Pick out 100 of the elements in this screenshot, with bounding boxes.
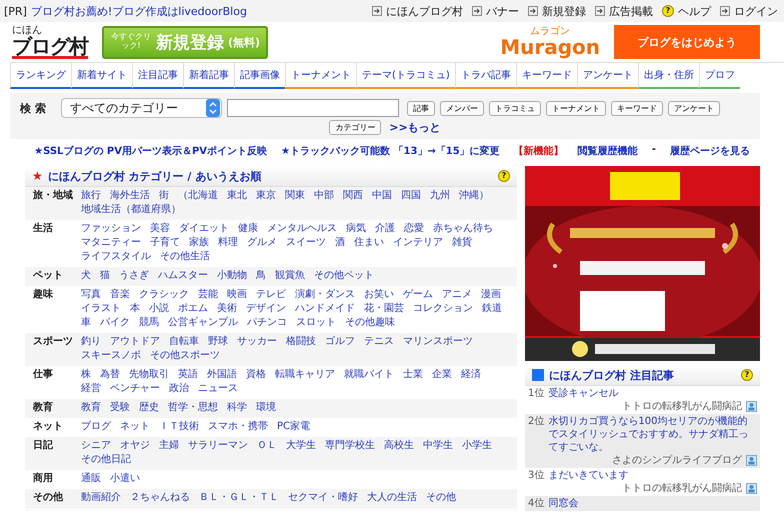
- category-link[interactable]: 経済: [461, 368, 481, 382]
- category-link[interactable]: 大人の生活: [367, 491, 417, 505]
- header-link[interactable]: にほんブログ村: [386, 4, 463, 18]
- category-link[interactable]: 花・園芸: [364, 302, 404, 316]
- category-link[interactable]: 野球: [208, 335, 228, 349]
- category-select[interactable]: すべてのカテゴリー: [61, 98, 222, 118]
- category-link[interactable]: ゲーム: [403, 288, 433, 302]
- category-link[interactable]: セクマイ・嗜好: [288, 491, 358, 505]
- category-link[interactable]: 資格: [246, 368, 266, 382]
- search-type-button[interactable]: キーワード: [611, 100, 663, 116]
- category-link[interactable]: その他生活: [160, 250, 210, 264]
- category-link[interactable]: 受験: [110, 401, 130, 415]
- category-link[interactable]: イラスト: [81, 302, 121, 316]
- nav-tab[interactable]: アンケート: [576, 63, 638, 89]
- category-link[interactable]: 政治: [169, 382, 189, 396]
- nav-tab[interactable]: 注目記事: [132, 63, 183, 89]
- category-link[interactable]: その他ペット: [314, 269, 374, 283]
- category-link[interactable]: 子育て: [150, 236, 180, 250]
- category-link[interactable]: 芸能: [198, 288, 218, 302]
- category-link[interactable]: ダイエット: [179, 222, 229, 236]
- category-link[interactable]: ＢＬ・ＧＬ・ＴＬ: [199, 491, 279, 505]
- nav-tab[interactable]: 出身・住所: [638, 63, 699, 89]
- category-link[interactable]: 地域生活（都道府県）: [81, 203, 181, 217]
- header-link[interactable]: 新規登録: [542, 4, 586, 18]
- category-link[interactable]: 赤ちゃん待ち: [433, 222, 493, 236]
- category-link[interactable]: 料理: [218, 236, 238, 250]
- nav-tab[interactable]: 新着サイト: [71, 63, 132, 89]
- nav-tab[interactable]: トラバ記事: [454, 63, 516, 89]
- article-link[interactable]: 水切りカゴ買うなら100均セリアのが機能的でスタイリッシュでおすすめ。サナダ精工ってすごいな。: [548, 415, 757, 454]
- nav-tab[interactable]: テーマ(トラコミュ): [356, 63, 455, 89]
- category-link[interactable]: 東京: [256, 189, 276, 203]
- category-link[interactable]: 酒: [335, 236, 345, 250]
- category-link[interactable]: パチンコ: [247, 316, 287, 330]
- notice-link[interactable]: ★トラックバック可能数 「13」→「15」に変更: [281, 144, 500, 158]
- site-logo[interactable]: にほん ブログ村: [12, 26, 88, 58]
- article-link[interactable]: 受診キャンセル: [548, 387, 618, 400]
- category-link[interactable]: その他趣味: [345, 316, 395, 330]
- notice-link[interactable]: 履歴ページを見る: [670, 144, 750, 158]
- category-link[interactable]: 転職キャリア: [275, 368, 335, 382]
- category-link[interactable]: 小動物: [217, 269, 247, 283]
- category-link[interactable]: 東北: [227, 189, 247, 203]
- help-icon[interactable]: ?: [498, 170, 510, 182]
- category-link[interactable]: 自転車: [169, 335, 199, 349]
- category-link[interactable]: インテリア: [393, 236, 443, 250]
- category-link[interactable]: 高校生: [384, 439, 414, 453]
- category-link[interactable]: マタニティー: [81, 236, 141, 250]
- search-type-button[interactable]: 記事: [407, 100, 435, 116]
- category-link[interactable]: 外国語: [207, 368, 237, 382]
- category-link[interactable]: 格闘技: [286, 335, 316, 349]
- category-link[interactable]: 写真: [81, 288, 101, 302]
- category-link[interactable]: 美容: [150, 222, 170, 236]
- category-link[interactable]: 英語: [178, 368, 198, 382]
- category-link[interactable]: デザイン: [246, 302, 286, 316]
- category-link[interactable]: 小説: [149, 302, 169, 316]
- category-link[interactable]: 為替: [100, 368, 120, 382]
- category-link[interactable]: スマホ・携帯: [208, 420, 268, 434]
- blog-name-link[interactable]: さよのシンプルライフブログ: [612, 454, 742, 467]
- category-link[interactable]: 沖縄）: [459, 189, 489, 203]
- category-link[interactable]: 雑貨: [452, 236, 472, 250]
- category-link[interactable]: ゴルフ: [325, 335, 355, 349]
- nav-tab[interactable]: キーワード: [516, 63, 577, 89]
- category-link[interactable]: 漫画: [481, 288, 501, 302]
- category-link[interactable]: 美術: [217, 302, 237, 316]
- category-link[interactable]: サラリーマン: [188, 439, 248, 453]
- category-link[interactable]: 音楽: [110, 288, 130, 302]
- category-link[interactable]: 演劇・ダンス: [295, 288, 355, 302]
- category-link[interactable]: ブログ: [81, 420, 111, 434]
- category-link[interactable]: 家族: [189, 236, 209, 250]
- category-link[interactable]: 犬: [81, 269, 91, 283]
- category-link[interactable]: 教育: [81, 401, 101, 415]
- category-link[interactable]: テレビ: [256, 288, 286, 302]
- nav-tab[interactable]: 記事画像: [234, 63, 285, 89]
- category-link[interactable]: 動画紹介: [81, 491, 121, 505]
- category-link[interactable]: 科学: [227, 401, 247, 415]
- category-link[interactable]: 本: [130, 302, 140, 316]
- category-link[interactable]: ハムスター: [158, 269, 208, 283]
- category-link[interactable]: 映画: [227, 288, 247, 302]
- category-link[interactable]: 猫: [100, 269, 110, 283]
- category-link[interactable]: 関西: [343, 189, 363, 203]
- category-link[interactable]: その他日記: [81, 453, 131, 467]
- category-link[interactable]: 公営ギャンブル: [168, 316, 238, 330]
- category-link[interactable]: サッカー: [237, 335, 277, 349]
- search-type-button[interactable]: メンバー: [440, 100, 484, 116]
- category-link[interactable]: 歴史: [139, 401, 159, 415]
- help-icon[interactable]: ?: [741, 369, 753, 381]
- notice-link[interactable]: ★SSLブログの PV用パーツ表示＆PVポイント反映: [34, 144, 268, 158]
- category-link[interactable]: うさぎ: [119, 269, 149, 283]
- category-link[interactable]: コレクション: [413, 302, 473, 316]
- category-link[interactable]: 中学生: [423, 439, 453, 453]
- category-link[interactable]: 恋愛: [404, 222, 424, 236]
- category-link[interactable]: 通販: [81, 472, 101, 486]
- category-link[interactable]: 主婦: [159, 439, 179, 453]
- category-link[interactable]: PC家電: [277, 420, 310, 434]
- category-link[interactable]: 健康: [238, 222, 258, 236]
- category-link[interactable]: 株: [81, 368, 91, 382]
- category-link[interactable]: マリンスポーツ: [403, 335, 473, 349]
- category-link[interactable]: スロット: [296, 316, 336, 330]
- category-link[interactable]: 釣り: [81, 335, 101, 349]
- category-link[interactable]: 四国: [401, 189, 421, 203]
- category-link[interactable]: 中部: [314, 189, 334, 203]
